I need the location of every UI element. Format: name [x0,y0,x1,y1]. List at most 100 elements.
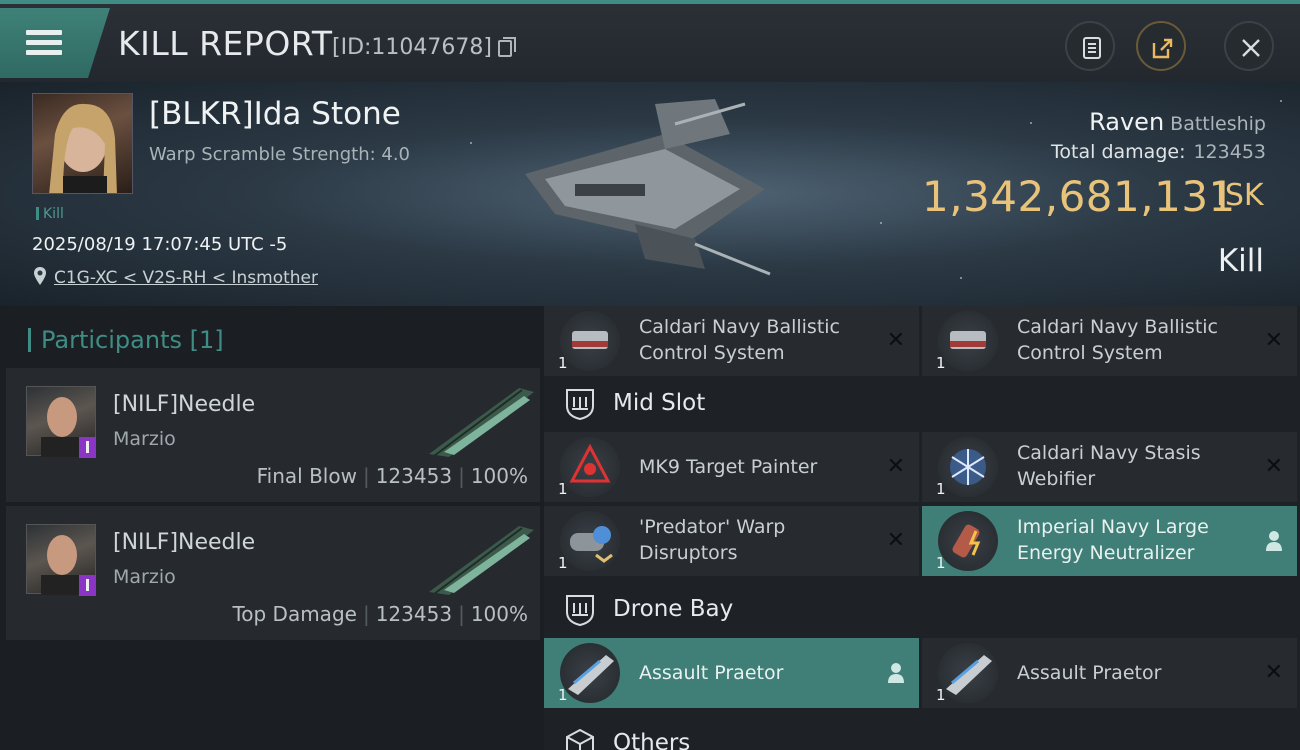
avatar[interactable] [26,524,96,596]
ballistic-control-icon [938,311,998,371]
slot-name: Caldari Navy Stasis Webifier [1017,440,1247,492]
result-label: Kill [1217,243,1264,279]
section-title: Mid Slot [613,390,706,416]
ship-name[interactable]: Raven Battleship [1089,108,1266,136]
section-title: Drone Bay [613,596,734,622]
fitting-slot[interactable]: 1 Caldari Navy Ballistic Control System … [922,306,1297,376]
fittings-panel: 1 Caldari Navy Ballistic Control System … [544,306,1300,750]
slot-quantity: 1 [558,554,568,572]
share-button[interactable] [1136,21,1186,71]
slot-name-line: Energy Neutralizer [1017,542,1195,564]
fitting-slot[interactable]: 1 Assault Praetor [544,638,919,708]
participant-percent: 100% [470,602,528,626]
separator: | [362,464,370,488]
participant-damage: 123453 [375,602,453,626]
warp-disruptor-icon [560,511,620,571]
separator: | [458,602,465,626]
kill-timestamp: 2025/08/19 17:07:45 UTC -5 [32,234,288,255]
slot-quantity: 1 [936,686,946,704]
menu-icon [26,30,62,35]
participant-name: [NILF]Needle [113,530,256,555]
warp-scramble-strength: Warp Scramble Strength: 4.0 [149,144,411,165]
victim-name[interactable]: [BLKR]Ida Stone [149,96,401,132]
participant-role: Final Blow [256,464,357,488]
participant-ship-icon [429,388,534,457]
fitting-slot[interactable]: 1 Caldari Navy Ballistic Control System … [544,306,919,376]
slot-name-line: Disruptors [639,542,738,564]
participant-corp: Marzio [113,428,176,450]
slot-name: Imperial Navy Large Energy Neutralizer [1017,514,1247,566]
victim-portrait[interactable] [32,93,133,194]
star [880,222,882,224]
ballistic-control-icon [560,311,620,371]
page-title: KILL REPORT [118,24,333,63]
victim-avatar [49,103,117,193]
kill-location-link[interactable]: C1G-XC < V2S-RH < Insmother [54,268,318,288]
destroyed-icon: ✕ [886,528,905,553]
participant-damage: 123453 [375,464,453,488]
fitting-slot[interactable]: 1 'Predator' Warp Disruptors ✕ [544,506,919,576]
participant-corp: Marzio [113,566,176,588]
kill-tag: Kill [36,206,64,222]
section-drone-bay: Drone Bay [544,582,1300,638]
clipboard-button[interactable] [1065,21,1115,71]
share-icon [1152,38,1173,59]
destroyed-icon: ✕ [886,328,905,353]
close-icon [1242,39,1260,57]
participant-card[interactable]: [NILF]Needle Marzio Final Blow | 123453 | 10… [6,368,540,504]
total-damage-value: 123453 [1193,141,1266,163]
slot-name-line: Caldari Navy Stasis [1017,442,1201,464]
participant-card[interactable]: [NILF]Needle Marzio Top Damage | 123453 | 10… [6,506,540,642]
slot-quantity: 1 [936,354,946,372]
slot-name-line: Control System [1017,342,1163,364]
shield-icon [566,595,594,627]
victim-ship-image[interactable] [515,94,780,279]
slot-name: Assault Praetor [639,660,869,686]
fitting-slot[interactable]: 1 Caldari Navy Stasis Webifier ✕ [922,432,1297,502]
drone-icon [560,643,620,703]
slot-quantity: 1 [936,554,946,572]
star [470,142,472,144]
participants-heading: Participants [1] [28,326,224,354]
fitting-slot[interactable]: 1 Imperial Navy Large Energy Neutralizer [922,506,1297,576]
shield-icon [566,389,594,421]
slot-name-line: 'Predator' Warp [639,516,786,538]
victim-panel: [BLKR]Ida Stone Warp Scramble Strength: … [0,82,1300,306]
isk-unit: ISK [1216,178,1264,213]
participant-role: Top Damage [232,602,357,626]
participant-stats: Top Damage | 123453 | 100% [232,602,528,626]
destroyed-icon: ✕ [1264,660,1283,685]
participant-stats: Final Blow | 123453 | 100% [257,464,528,488]
avatar[interactable] [26,386,96,458]
slot-name: MK9 Target Painter [639,454,869,480]
section-mid-slot: Mid Slot [544,376,1300,432]
slot-name-line: Caldari Navy Ballistic [1017,316,1218,338]
menu-button[interactable] [0,8,110,78]
slot-quantity: 1 [558,686,568,704]
slot-name: 'Predator' Warp Disruptors [639,514,869,566]
copy-icon[interactable] [498,37,516,57]
section-title: Others [613,730,691,750]
box-icon [566,728,594,750]
star [1030,122,1032,124]
separator: | [362,602,370,626]
pilot-icon [1266,531,1282,551]
slot-name-line: Webifier [1017,468,1096,490]
fitting-slot[interactable]: 1 MK9 Target Painter ✕ [544,432,919,502]
slot-name-line: MK9 Target Painter [639,456,818,478]
drone-icon [938,643,998,703]
pilot-badge-icon [79,575,96,596]
participant-name: [NILF]Needle [113,392,256,417]
slot-name-line: Caldari Navy Ballistic [639,316,840,338]
fitting-slot[interactable]: 1 Assault Praetor ✕ [922,638,1297,708]
destroyed-icon: ✕ [1264,328,1283,353]
location-pin-icon [34,267,46,285]
close-button[interactable] [1224,21,1274,71]
star [1280,100,1282,102]
energy-neutralizer-icon [938,511,998,571]
slot-name-line: Control System [639,342,785,364]
participant-ship-icon [429,526,534,595]
section-others: Others [544,716,1300,750]
total-damage-label: Total damage: [1051,141,1186,163]
separator: | [458,464,465,488]
